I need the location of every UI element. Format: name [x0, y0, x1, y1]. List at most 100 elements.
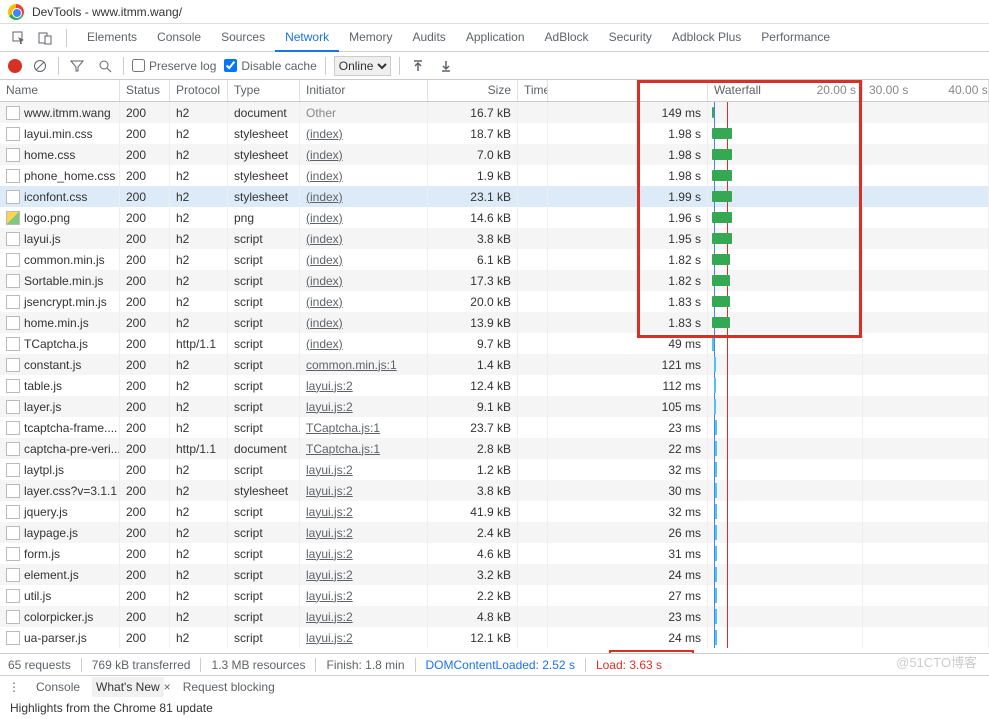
window-title: DevTools - www.itmm.wang/: [32, 5, 182, 19]
col-waterfall[interactable]: Waterfall 20.00 s: [708, 80, 863, 101]
table-row[interactable]: home.min.js200h2script(index)13.9 kB1.83…: [0, 312, 989, 333]
tab-sources[interactable]: Sources: [211, 24, 275, 52]
table-row[interactable]: laytpl.js200h2scriptlayui.js:21.2 kB32 m…: [0, 459, 989, 480]
initiator-link[interactable]: layui.js:2: [306, 631, 353, 645]
col-time[interactable]: Time: [518, 80, 548, 101]
initiator-link[interactable]: layui.js:2: [306, 379, 353, 393]
tab-memory[interactable]: Memory: [339, 24, 402, 52]
initiator-link[interactable]: layui.js:2: [306, 610, 353, 624]
table-row[interactable]: form.js200h2scriptlayui.js:24.6 kB31 ms: [0, 543, 989, 564]
import-har-icon[interactable]: [408, 59, 428, 73]
image-file-icon: [6, 211, 20, 225]
initiator-link[interactable]: (index): [306, 169, 343, 183]
waterfall-bar: [712, 233, 732, 244]
table-row[interactable]: iconfont.css200h2stylesheet(index)23.1 k…: [0, 186, 989, 207]
table-row[interactable]: Sortable.min.js200h2script(index)17.3 kB…: [0, 270, 989, 291]
initiator-link[interactable]: TCaptcha.js:1: [306, 421, 380, 435]
throttling-select[interactable]: Online: [334, 56, 391, 76]
filter-icon[interactable]: [67, 59, 87, 73]
table-row[interactable]: TCaptcha.js200http/1.1script(index)9.7 k…: [0, 333, 989, 354]
initiator-link[interactable]: layui.js:2: [306, 568, 353, 582]
request-name: tcaptcha-frame....: [24, 421, 117, 435]
col-protocol[interactable]: Protocol: [170, 80, 228, 101]
table-row[interactable]: jquery.js200h2scriptlayui.js:241.9 kB32 …: [0, 501, 989, 522]
table-row[interactable]: element.js200h2scriptlayui.js:23.2 kB24 …: [0, 564, 989, 585]
waterfall-bar: [712, 107, 714, 118]
initiator-link[interactable]: layui.js:2: [306, 400, 353, 414]
search-icon[interactable]: [95, 59, 115, 73]
col-status[interactable]: Status: [120, 80, 170, 101]
initiator-link[interactable]: common.min.js:1: [306, 358, 397, 372]
initiator-link[interactable]: (index): [306, 190, 343, 204]
table-row[interactable]: tcaptcha-frame....200h2scriptTCaptcha.js…: [0, 417, 989, 438]
clear-icon[interactable]: [30, 59, 50, 73]
table-row[interactable]: common.min.js200h2script(index)6.1 kB1.8…: [0, 249, 989, 270]
tab-console[interactable]: Console: [147, 24, 211, 52]
table-row[interactable]: util.js200h2scriptlayui.js:22.2 kB27 ms: [0, 585, 989, 606]
initiator-link[interactable]: layui.js:2: [306, 526, 353, 540]
tab-security[interactable]: Security: [599, 24, 662, 52]
export-har-icon[interactable]: [436, 59, 456, 73]
col-initiator[interactable]: Initiator: [300, 80, 428, 101]
tab-performance[interactable]: Performance: [751, 24, 840, 52]
drawer-menu-icon[interactable]: ⋮: [8, 680, 20, 694]
device-mode-icon[interactable]: [34, 27, 56, 49]
col-size[interactable]: Size: [428, 80, 518, 101]
request-name: common.min.js: [24, 253, 105, 267]
waterfall-tick: [712, 336, 714, 351]
request-name: colorpicker.js: [24, 610, 93, 624]
initiator-link[interactable]: layui.js:2: [306, 484, 353, 498]
initiator-link[interactable]: (index): [306, 232, 343, 246]
tab-adblock-plus[interactable]: Adblock Plus: [662, 24, 751, 52]
initiator-link[interactable]: (index): [306, 274, 343, 288]
record-button[interactable]: [8, 59, 22, 73]
initiator-link[interactable]: layui.js:2: [306, 589, 353, 603]
table-row[interactable]: colorpicker.js200h2scriptlayui.js:24.8 k…: [0, 606, 989, 627]
drawer-tab-what-s-new[interactable]: What's New: [92, 677, 164, 697]
waterfall-tick: [715, 567, 717, 582]
table-row[interactable]: layer.js200h2scriptlayui.js:29.1 kB105 m…: [0, 396, 989, 417]
table-row[interactable]: phone_home.css200h2stylesheet(index)1.9 …: [0, 165, 989, 186]
close-icon[interactable]: ×: [164, 680, 171, 694]
waterfall-tick: [715, 525, 717, 540]
initiator-link[interactable]: (index): [306, 148, 343, 162]
preserve-log-checkbox[interactable]: Preserve log: [132, 59, 216, 73]
initiator-link[interactable]: (index): [306, 337, 343, 351]
table-row[interactable]: home.css200h2stylesheet(index)7.0 kB1.98…: [0, 144, 989, 165]
initiator-link[interactable]: layui.js:2: [306, 547, 353, 561]
initiator-link[interactable]: (index): [306, 127, 343, 141]
drawer-tab-request-blocking[interactable]: Request blocking: [179, 677, 279, 697]
network-grid: Name Status Protocol Type Initiator Size…: [0, 80, 989, 648]
table-row[interactable]: layer.css?v=3.1.1200h2stylesheetlayui.js…: [0, 480, 989, 501]
table-row[interactable]: constant.js200h2scriptcommon.min.js:11.4…: [0, 354, 989, 375]
table-row[interactable]: table.js200h2scriptlayui.js:212.4 kB112 …: [0, 375, 989, 396]
initiator-link[interactable]: (index): [306, 211, 343, 225]
waterfall-tick: [715, 483, 717, 498]
disable-cache-checkbox[interactable]: Disable cache: [224, 59, 316, 73]
table-row[interactable]: laypage.js200h2scriptlayui.js:22.4 kB26 …: [0, 522, 989, 543]
initiator-link[interactable]: layui.js:2: [306, 505, 353, 519]
tab-elements[interactable]: Elements: [77, 24, 147, 52]
tab-adblock[interactable]: AdBlock: [535, 24, 599, 52]
drawer-tab-console[interactable]: Console: [32, 677, 84, 697]
initiator-link[interactable]: (index): [306, 295, 343, 309]
col-type[interactable]: Type: [228, 80, 300, 101]
table-row[interactable]: captcha-pre-veri...200http/1.1documentTC…: [0, 438, 989, 459]
table-row[interactable]: ua-parser.js200h2scriptlayui.js:212.1 kB…: [0, 627, 989, 648]
initiator-link[interactable]: (index): [306, 253, 343, 267]
initiator-link[interactable]: (index): [306, 316, 343, 330]
table-row[interactable]: www.itmm.wang200h2documentOther16.7 kB14…: [0, 102, 989, 123]
inspect-icon[interactable]: [8, 27, 30, 49]
col-name[interactable]: Name: [0, 80, 120, 101]
table-row[interactable]: layui.min.css200h2stylesheet(index)18.7 …: [0, 123, 989, 144]
table-row[interactable]: jsencrypt.min.js200h2script(index)20.0 k…: [0, 291, 989, 312]
initiator-link[interactable]: layui.js:2: [306, 463, 353, 477]
tab-network[interactable]: Network: [275, 24, 339, 52]
table-row[interactable]: logo.png200h2png(index)14.6 kB1.96 s: [0, 207, 989, 228]
table-row[interactable]: layui.js200h2script(index)3.8 kB1.95 s: [0, 228, 989, 249]
file-icon: [6, 631, 20, 645]
file-icon: [6, 190, 20, 204]
tab-application[interactable]: Application: [456, 24, 535, 52]
initiator-link[interactable]: TCaptcha.js:1: [306, 442, 380, 456]
tab-audits[interactable]: Audits: [402, 24, 455, 52]
